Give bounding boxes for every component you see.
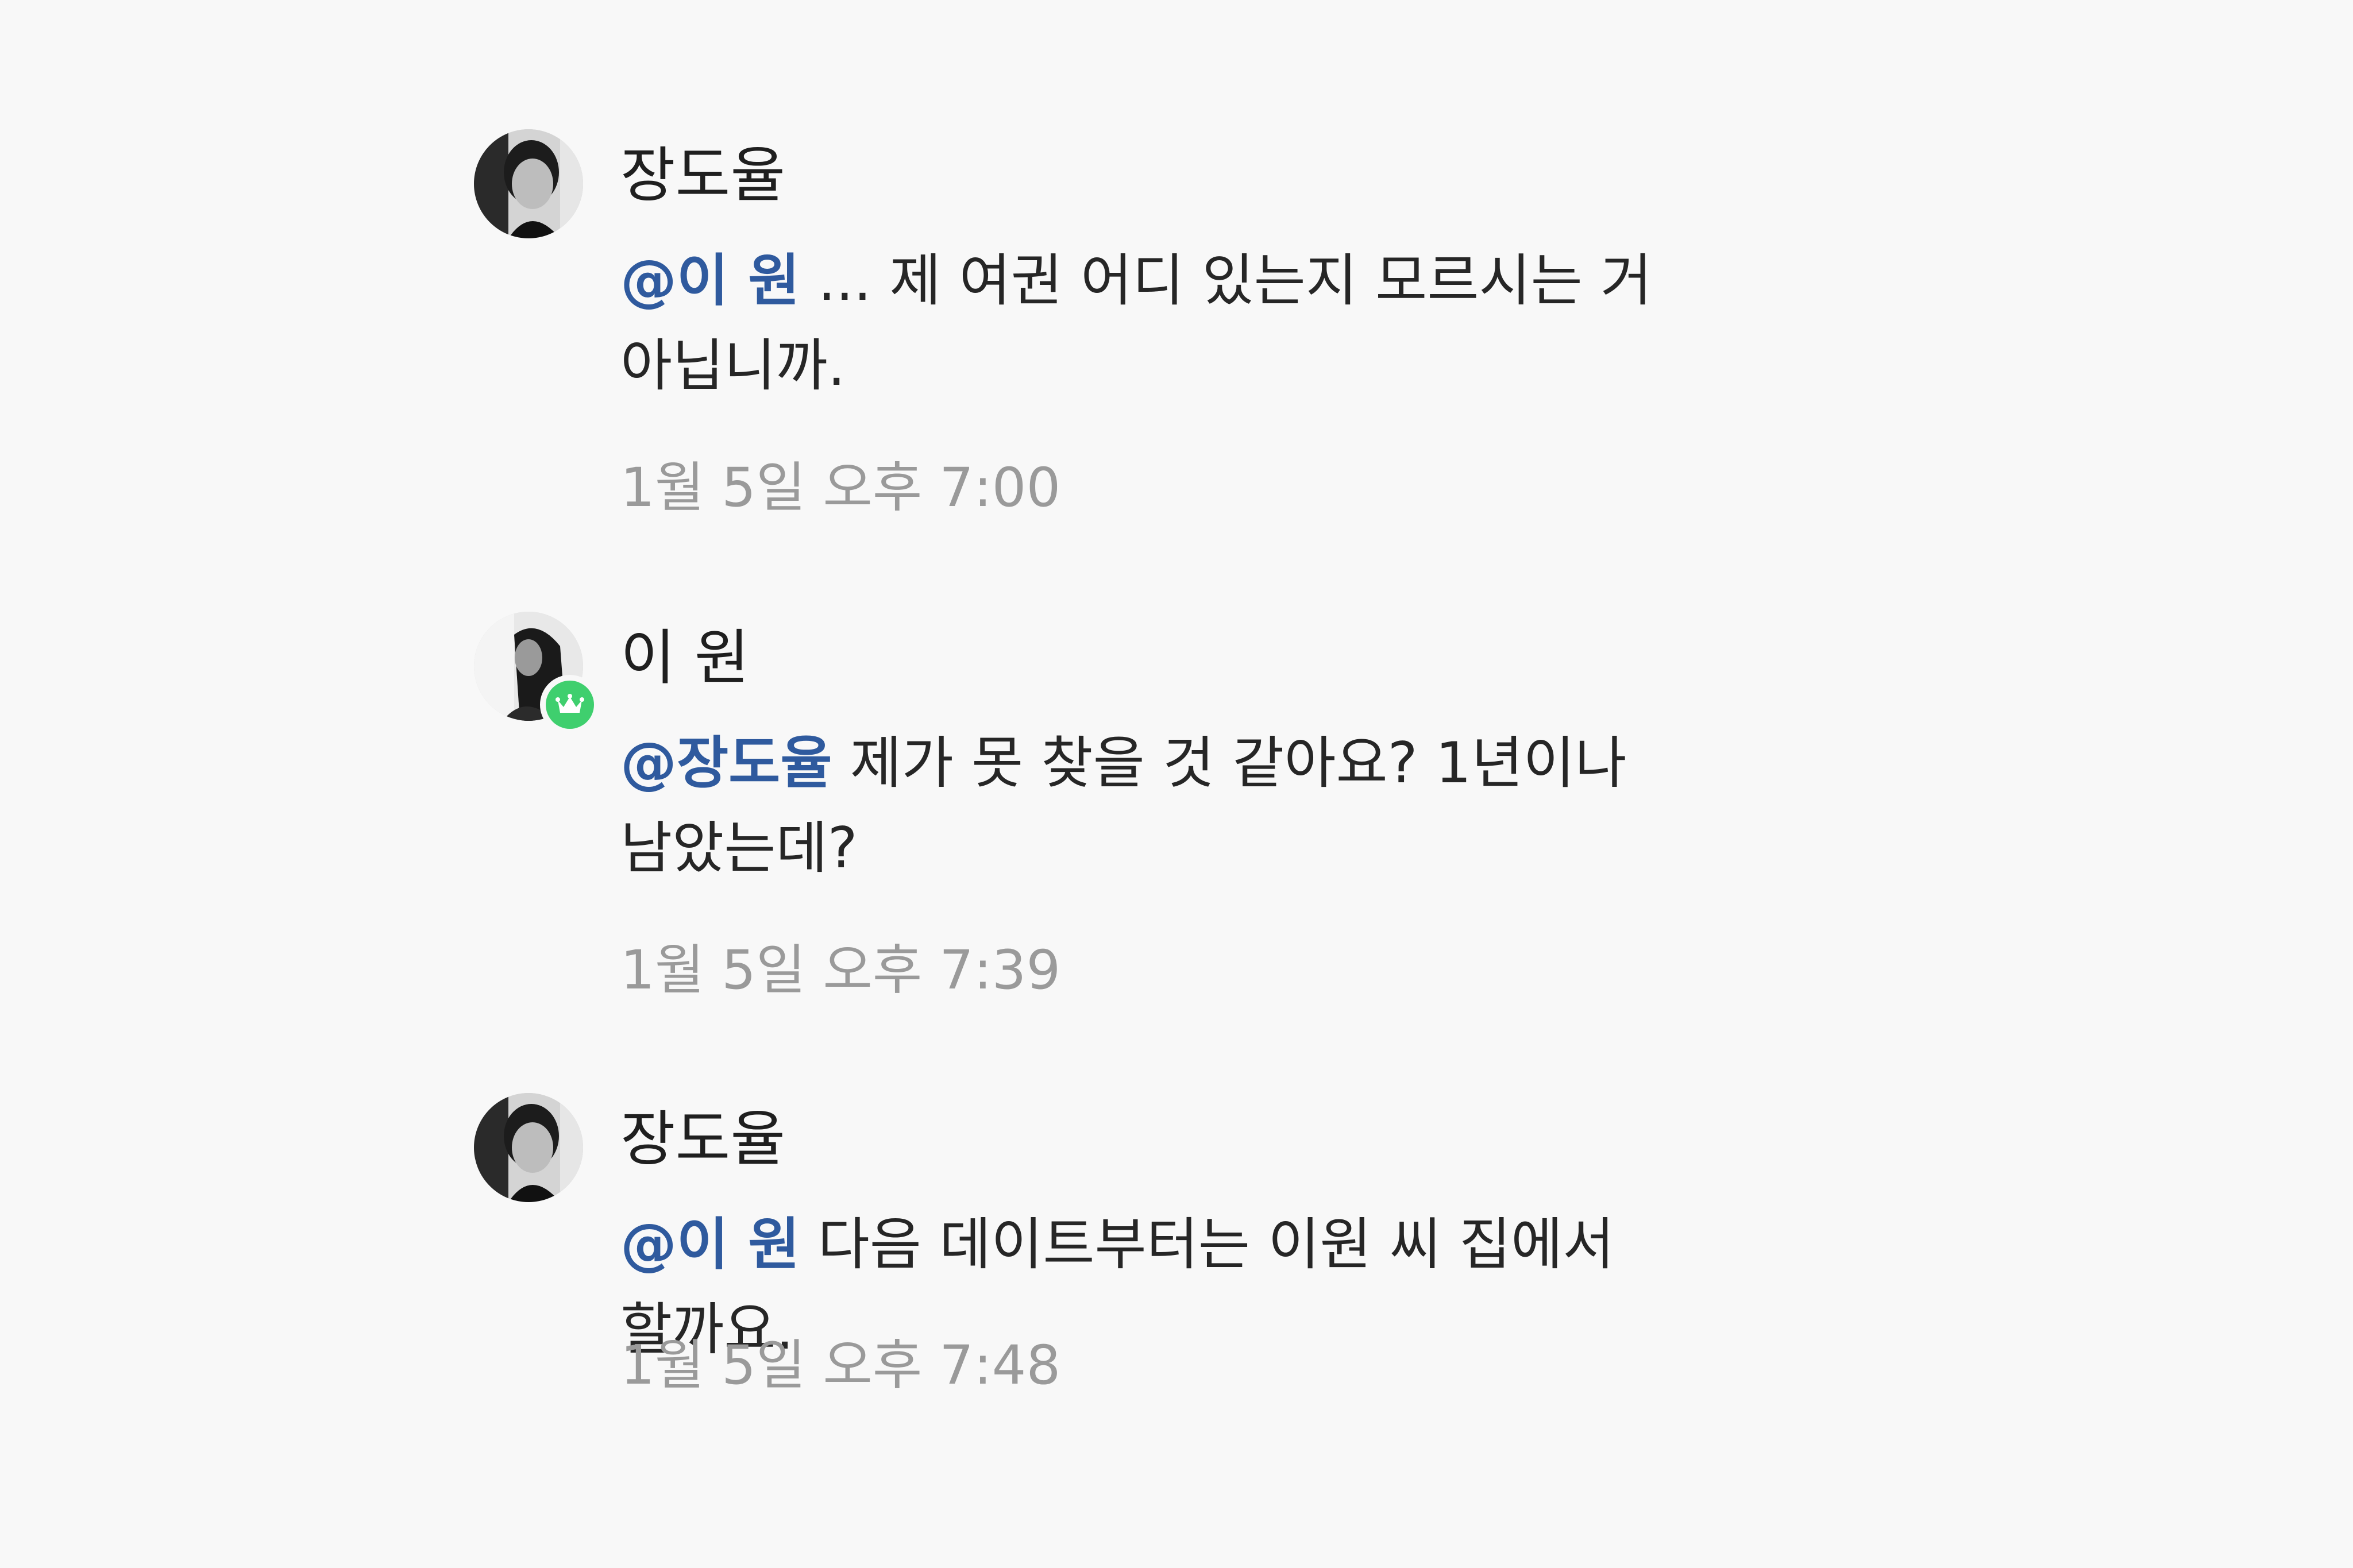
comment-item: 이 원 @장도율 제가 못 찾을 것 같아요? 1년이나 남았는데? 1월 5일…: [474, 612, 1910, 1014]
comment-body: @이 원 ... 제 여권 어디 있는지 모르시는 거 아닙니까.: [620, 238, 1769, 408]
mention-link[interactable]: @이 원: [620, 248, 800, 314]
crown-badge: [540, 675, 600, 735]
avatar[interactable]: [474, 129, 583, 238]
comment-author[interactable]: 장도율: [620, 1104, 785, 1173]
comment-item: 장도율 @이 원 ... 제 여권 어디 있는지 모르시는 거 아닙니까. 1월…: [474, 129, 1910, 531]
comment-author[interactable]: 장도율: [620, 141, 785, 210]
profile-photo-man-icon: [474, 1093, 583, 1202]
profile-photo-man-icon: [474, 129, 583, 238]
comment-item: 장도율 @이 원 다음 데이트부터는 이원 씨 집에서 할까요. 1월 5일 오…: [474, 1093, 1910, 1415]
comment-body: @장도율 제가 못 찾을 것 같아요? 1년이나 남았는데?: [620, 721, 1769, 891]
comment-timestamp: 1월 5일 오후 7:39: [620, 939, 1061, 1002]
mention-link[interactable]: @이 원: [620, 1212, 800, 1277]
crown-icon: [546, 681, 594, 729]
mention-link[interactable]: @장도율: [620, 731, 832, 796]
comment-author[interactable]: 이 원: [620, 623, 749, 692]
comment-timestamp: 1월 5일 오후 7:48: [620, 1334, 1061, 1397]
comment-timestamp: 1월 5일 오후 7:00: [620, 457, 1061, 519]
avatar[interactable]: [474, 1093, 583, 1202]
